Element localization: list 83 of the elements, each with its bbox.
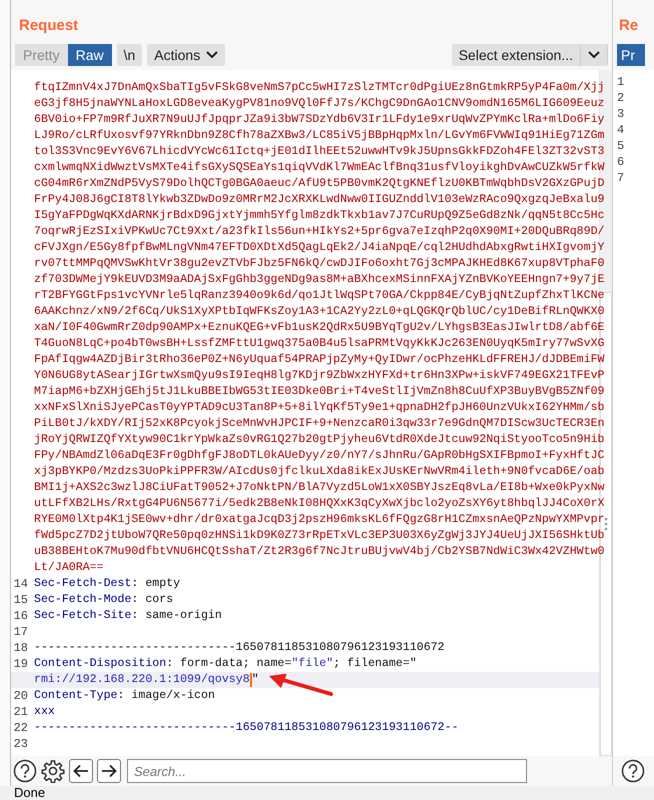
panel-title: Request bbox=[19, 16, 78, 36]
code-text: : same-origin bbox=[131, 608, 222, 624]
body-text: cG04mR6rXmZNdP5VyS79DolhQCTg0BGA0aeuc/AfU9t5PB0vmK2QtgKNEflzU0KBTmWqbhDsV2GXzGPujD bbox=[34, 176, 605, 192]
body-text: BMI1j+AXS2c3wzlJ8CiUFatT9052+J7oNktPN/BlA7Vyzd5LoW1xX0SBYJszEq8vLa/EI8b+Wxe0kPyxNw bbox=[34, 480, 605, 496]
actions-dropdown[interactable]: Actions bbox=[147, 44, 226, 66]
code-text: : cors bbox=[131, 592, 174, 608]
line-number: 15 bbox=[12, 592, 28, 608]
body-text: LJ9Ro/cLRfUxosvf97YRknDbn9Z8Cfh78aZXBw3/LC85iV5jBBpHqpMxln/LGvYm6FVWWIq91HiEg71ZGm bbox=[34, 128, 605, 144]
body-text: jRoYjQRWIZQfYXtyw90C1krYpWkaZs0vRG1Q27b20gtPjyheu6VtdR0XdeJtcuw92NqiStyooTco5n9Hib bbox=[34, 432, 605, 448]
body-text: rv07ttMMPqQMVSwKhtVr38gu2evZTVbFJbz5FN6kQ/cwDJIFo6oxht7Gj3cMPAJKHEd8K67xup8VTphaF0 bbox=[34, 256, 605, 272]
body-text: 6BV0io+FP7m9RfJuXR7N9uUJfJpqprJZa9i3bW7SDzYdb6V3Ir1LFdy1e9xrUqWvZPYmKclRa+mlDo6Fiy bbox=[34, 112, 605, 128]
body-text: tol3S3Vnc9EvY6V67LhicdVYcWc61Ictq+jE01dIlhEEt52uwwHTv9kJ5UpnsGkkFDZoh4FEl3ZT32vST3 bbox=[34, 144, 605, 160]
view-tab[interactable]: Pr bbox=[617, 44, 645, 66]
body-text: M7iapM6+bZXHjGEhj5tJ1LkuBBEIbWG53tIE03Dke0Bri+T4veStlIjVmZn8h8CuUfXP3BuyBVgB5ZNf09 bbox=[34, 384, 605, 400]
line-number: 19 bbox=[12, 656, 28, 672]
grip-icon bbox=[604, 517, 608, 531]
header-name: Content-Disposition bbox=[34, 656, 166, 672]
body-text: eG3jf8H5jnaWYNLaHoxLGD8eveaKygPV81no9VQl0FfJ7s/KChgC9DnGAo1CNV9omdN165M6LIG609Eeuz bbox=[34, 96, 605, 112]
newline-toggle[interactable]: \n bbox=[116, 44, 142, 66]
body-text: rT2BFYGGtFps1vcYVNrle5lqRanz3940o9k6d/qo1JtlWqSPt70GA/Ckpp84E/CyBjqNtZupfZhxTlKCNe bbox=[34, 288, 605, 304]
chevron-down-icon bbox=[588, 51, 600, 59]
help-icon[interactable] bbox=[13, 759, 37, 783]
header-name: Sec-Fetch-Mode bbox=[34, 592, 132, 608]
line-number: 16 bbox=[12, 608, 28, 624]
code-text: : form-data; name= bbox=[166, 656, 292, 672]
string-value: "file" bbox=[291, 656, 334, 672]
header-name: Sec-Fetch-Dest bbox=[34, 576, 132, 592]
extension-select[interactable]: Select extension... bbox=[452, 44, 581, 66]
body-text: I5gYaFPDgWqKXdARNKjrBdxD9GjxtYjmmh5Yfglm8zdkTkxb1av7J7CuRUpQ9Z5eGd8zNk/qqN5t8Cc5Hc bbox=[34, 208, 605, 224]
body-text: 6AAKchnz/xN9/2f6Cq/UkS1XyXPtbIqWFKsZoy1A3+1CA2Yy2zL0+qLQGKQrQblUC/cy1DeBifRLnQWKX0 bbox=[34, 304, 605, 320]
body-text: cxmlwmqNXidWwztVsMXTe4ifsGXySQSEaYs1qiqVVdKl7WmEAclfBnq31usfVloyikghDvAwCUZkW5rfkW bbox=[34, 160, 605, 176]
line-number: 2 bbox=[616, 90, 626, 106]
view-tab[interactable]: Raw bbox=[68, 44, 112, 66]
header-name: Content-Type bbox=[34, 688, 118, 704]
header-name: xxx bbox=[34, 704, 55, 720]
line-number: 23 bbox=[12, 736, 28, 752]
line-number: 20 bbox=[12, 688, 28, 704]
body-text: Lt/JA0RA== bbox=[34, 560, 104, 576]
body-text: FPy/NBAmdZl06aDqE3Fr0gDhfgFJ8oDTL0kAUeDyy/z0/nY7/sJhnRu/GApR0bHgSXIFBpmoI+FyxHftJC bbox=[34, 448, 605, 464]
line-number: 14 bbox=[12, 576, 28, 592]
header-name: -----------------------------165078118531080796123193110672-- bbox=[34, 720, 458, 736]
line-number: 5 bbox=[616, 138, 626, 154]
line-number: 4 bbox=[616, 122, 626, 138]
arrow-left-icon bbox=[73, 764, 89, 778]
search-field[interactable]: Search... bbox=[127, 759, 527, 783]
body-text: PiLB0tJ/kXDY/RIj52xK8PcyokjSceMnWvHJPCIF+9+NenzcaR0i3qw33r7e9GdnQM7DIScw3UcTECR3En bbox=[34, 416, 605, 432]
line-number: 1 bbox=[616, 74, 626, 90]
line-number: 17 bbox=[12, 624, 28, 640]
body-text: xaN/I0F40GwmRrZ0dp90AMPx+EznuKQEG+vFb1usK2QdRx5U9BYqTgU2v/LYhgsB3EasJIwlrtD8/abf6E bbox=[34, 320, 605, 336]
settings-icon[interactable] bbox=[41, 759, 65, 783]
back-button[interactable] bbox=[69, 759, 93, 783]
chevron-down-icon bbox=[206, 51, 218, 59]
body-text: FpAfIqgw4AZDjBir3tRho36eP0Z+N6yUquaf54PRAPjpZyMy+QyIDwr/ocPhzeHKLdFFREHJ/dJDBEmiFW bbox=[34, 352, 605, 368]
header-name: Sec-Fetch-Site bbox=[34, 608, 132, 624]
line-number: 18 bbox=[12, 640, 28, 656]
body-text: FrPy4J08J6gCI8T8lYkwb3ZDwDo9z0MRrM2JcXRXKLwdNww0IIGUZnddlV103eWzRAco9QxgzqJeBxalu9 bbox=[34, 192, 605, 208]
code-text: : empty bbox=[131, 576, 180, 592]
arrow-right-icon bbox=[101, 764, 117, 778]
body-text: Y0N6UG8ytASearjIGrtwXsmQyu9sI9IeqH8lg7KDjr9ZbWxzHYFXd+tr6Hn3XPw+iskVF749EGX21TFEvP bbox=[34, 368, 605, 384]
body-text: zf703DWMejY9kEUVD3M9aADAjSxFgGhb3ggeNDg9as8M+aBXhcexMSinnFXAjYZnBVKoYEEHngn7+9y7jE bbox=[34, 272, 605, 288]
code-text: ; filename=" bbox=[333, 656, 417, 672]
line-number: 6 bbox=[616, 154, 626, 170]
forward-button[interactable] bbox=[97, 759, 121, 783]
code-text: " bbox=[252, 672, 259, 688]
line-number: 7 bbox=[616, 170, 626, 186]
help-icon[interactable] bbox=[621, 759, 645, 783]
body-text: 7oqrwRjEzSIxiVPKwUc7Ct9Xxt/a23fkIls56un+HIkYs2+5pr6gva7eIzqhP2q0X90MI+20DQuBRq89D/ bbox=[34, 224, 605, 240]
body-text: utLFfXB2LHs/RxtgG4PU6N5677i/5edk2B8eNkI08HQXxK3qCyXwXjbclo2yoZsXY6yt8hbqlJJ4CoX0rX bbox=[34, 496, 605, 512]
body-text: uB38BEHtoK7Mu90dfbtVNU6HCQtSshaT/Zt2R3g6f7NcJtruBUjvwV4bj/Cb2YSB7NdWiC3Wx42VZHWtw0 bbox=[34, 544, 605, 560]
body-text: xxNFxSlXniSJyePCasT0yYPTAD9cU3Tan8P+5+8ilYqKf5Ty9e1+qpnaDH2fpJH60UnzVUkxI62YHMm/sb bbox=[34, 400, 605, 416]
body-text: xj3pBYKP0/Mzdzs3UoPkiPPFR3W/AIcdUs0jfclkuLXda8ikExJUsKErNwVRm4ileth+9N0fvcaD6E/oab bbox=[34, 464, 605, 480]
body-text: ftqIZmnV4xJ7DnAmQxSbaTIg5vFSkG8veNmS7pCc5wHI7zSlzTMTcr0dPgiUEz8nGtmkRP5yP4Fa0m/Xjj bbox=[34, 80, 605, 96]
body-text: T4GuoN8LqC+po4bT0wsBH+LssfZMFttU1gwq375a0B4u5lsaPRMtVqyKkKJc263EN0UyqK5mIry77wSvXG bbox=[34, 336, 605, 352]
code-text: -----------------------------165078118531080796123193110672 bbox=[34, 640, 444, 656]
panel-title: Re bbox=[619, 16, 640, 36]
line-number: 3 bbox=[616, 106, 626, 122]
body-text: fWd5pcZ7D2jtUboW7QRe50pq0zHNSi1kD9K0Z73rRpETxVLc3EP3U03X6yZgWj3JYJ4UeUjJXI56SHktUb bbox=[34, 528, 605, 544]
line-number: 22 bbox=[12, 720, 28, 736]
body-text: cFVJXgn/E5Gy8fpfBwMLngVNm47EFTD0XDtXd5QagLqEk2/J4iaNpqE/cql2HUdhdAbxgRwtiHXIgvomjY bbox=[34, 240, 605, 256]
code-text: : image/x-icon bbox=[118, 688, 215, 704]
line-number: 21 bbox=[12, 704, 28, 720]
string-value: rmi://192.168.220.1:1099/qovsy8 bbox=[34, 672, 250, 688]
body-text: RYE0M0lXtp4K1jSE0wv+dhr/dr0xatgaJcqD3j2pszH96mksKL6fFQgzG8rH1CZmxsnAeQPzNpwYXMPvpr bbox=[34, 512, 605, 528]
